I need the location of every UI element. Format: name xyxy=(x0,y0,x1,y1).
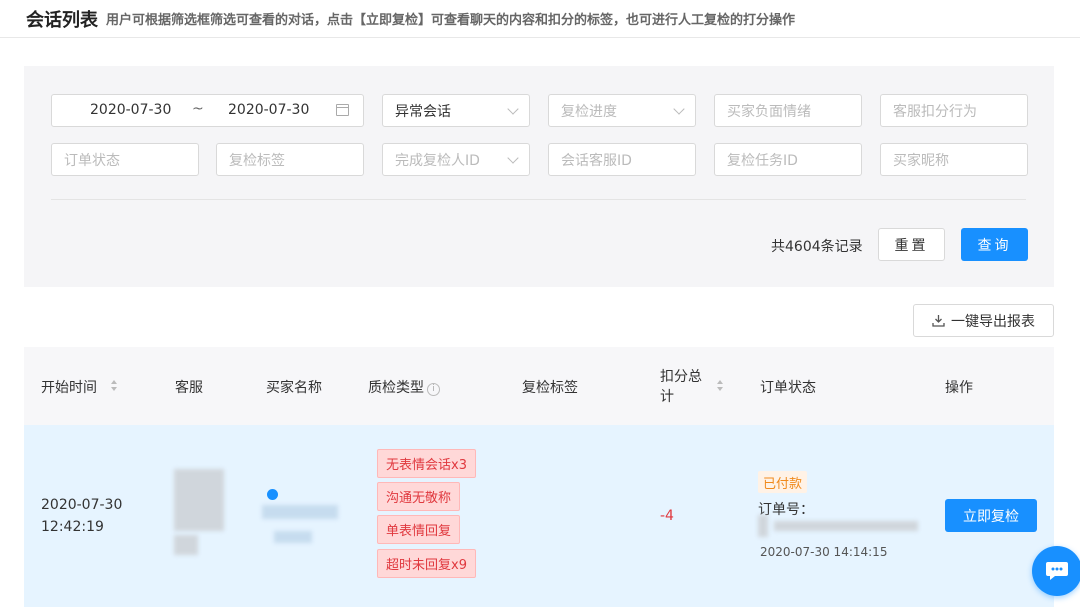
deduction-score: -4 xyxy=(660,508,674,524)
session-type-value: 异常会话 xyxy=(395,103,451,120)
column-deduction-total[interactable]: 扣分总 计 xyxy=(660,367,702,407)
column-deduction-line2: 计 xyxy=(660,389,674,405)
info-icon[interactable]: i xyxy=(427,383,440,396)
buyer-emotion-input[interactable]: 买家负面情绪 xyxy=(714,94,862,127)
export-report-button[interactable]: 一键导出报表 xyxy=(913,304,1054,337)
order-status-placeholder: 订单状态 xyxy=(64,152,120,169)
reset-button[interactable]: 重置 xyxy=(878,228,945,261)
session-type-select[interactable]: 异常会话 xyxy=(382,94,530,127)
buyer-nickname-placeholder: 买家昵称 xyxy=(893,152,949,169)
reviewer-id-placeholder: 完成复检人ID xyxy=(395,152,480,169)
row-start-date: 2020-07-30 xyxy=(41,497,123,513)
qc-tag: 无表情会话x3 xyxy=(377,449,476,478)
column-review-tag: 复检标签 xyxy=(522,380,578,396)
table-header: 开始时间 客服 买家名称 质检类型 i 复检标签 扣分总 计 订单状态 操作 xyxy=(24,347,1054,425)
review-tag-placeholder: 复检标签 xyxy=(229,152,285,169)
qc-tag: 单表情回复 xyxy=(377,515,461,544)
qc-tag: 超时未回复x9 xyxy=(377,549,476,578)
page-title: 会话列表 xyxy=(26,9,98,31)
sort-icon[interactable] xyxy=(717,380,723,392)
agent-deduction-placeholder: 客服扣分行为 xyxy=(893,103,977,120)
reviewer-id-select[interactable]: 完成复检人ID xyxy=(382,143,530,176)
column-qc-type-label: 质检类型 xyxy=(368,380,424,396)
table-row[interactable]: 2020-07-30 12:42:19 无表情会话x3 沟通无敬称 单表情回复 … xyxy=(24,425,1054,607)
session-agent-id-input[interactable]: 会话客服ID xyxy=(548,143,696,176)
chat-button[interactable] xyxy=(1032,546,1080,596)
calendar-icon[interactable] xyxy=(336,104,349,116)
review-progress-placeholder: 复检进度 xyxy=(561,103,617,120)
chevron-down-icon xyxy=(507,152,519,164)
date-end[interactable]: 2020-07-30 xyxy=(228,102,309,118)
buyer-emotion-placeholder: 买家负面情绪 xyxy=(727,103,811,120)
buyer-nickname-input[interactable]: 买家昵称 xyxy=(880,143,1028,176)
filter-divider xyxy=(51,199,1026,200)
date-separator: ~ xyxy=(192,101,204,117)
review-progress-select[interactable]: 复检进度 xyxy=(548,94,696,127)
review-now-button[interactable]: 立即复检 xyxy=(945,499,1037,532)
page-header: 会话列表 用户可根据筛选框筛选可查看的对话，点击【立即复检】可查看聊天的内容和扣… xyxy=(0,0,1080,38)
page-description: 用户可根据筛选框筛选可查看的对话，点击【立即复检】可查看聊天的内容和扣分的标签，… xyxy=(106,13,796,28)
order-status-badge: 已付款 xyxy=(758,471,808,493)
query-button[interactable]: 查询 xyxy=(961,228,1028,261)
chat-icon xyxy=(1046,562,1068,580)
column-qc-type: 质检类型 i xyxy=(368,377,440,397)
date-range-picker[interactable]: 2020-07-30 ~ 2020-07-30 xyxy=(51,94,364,127)
sort-icon[interactable] xyxy=(111,380,117,392)
review-task-id-input[interactable]: 复检任务ID xyxy=(714,143,862,176)
chevron-down-icon xyxy=(507,103,519,115)
column-operation: 操作 xyxy=(945,380,973,396)
column-order-status: 订单状态 xyxy=(760,380,816,396)
column-start-time[interactable]: 开始时间 xyxy=(41,377,97,397)
review-tag-input[interactable]: 复检标签 xyxy=(216,143,364,176)
row-start-time: 12:42:19 xyxy=(41,519,104,535)
agent-deduction-input[interactable]: 客服扣分行为 xyxy=(880,94,1028,127)
column-agent: 客服 xyxy=(175,380,203,396)
chevron-down-icon xyxy=(673,103,685,115)
date-start[interactable]: 2020-07-30 xyxy=(90,102,171,118)
order-time: 2020-07-30 14:14:15 xyxy=(760,545,888,559)
qc-tag: 沟通无敬称 xyxy=(377,482,461,511)
total-records: 共4604条记录 xyxy=(771,239,863,255)
session-agent-id-placeholder: 会话客服ID xyxy=(561,152,632,169)
order-status-input[interactable]: 订单状态 xyxy=(51,143,199,176)
review-task-id-placeholder: 复检任务ID xyxy=(727,152,798,169)
filter-panel: 2020-07-30 ~ 2020-07-30 异常会话 复检进度 买家负面情绪… xyxy=(24,66,1054,287)
download-icon xyxy=(932,315,945,327)
column-buyer-name: 买家名称 xyxy=(266,380,322,396)
buyer-icon xyxy=(267,489,278,500)
export-report-label: 一键导出报表 xyxy=(951,313,1035,330)
column-deduction-line1: 扣分总 xyxy=(660,369,702,385)
